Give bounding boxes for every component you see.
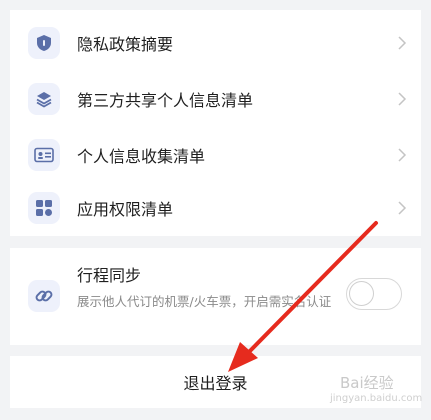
privacy-policy-summary-row[interactable]: 隐私政策摘要 [10,15,421,71]
row-label: 隐私政策摘要 [77,35,174,54]
personal-info-collection-row[interactable]: 个人信息收集清单 [10,127,421,183]
trip-sync-title: 行程同步 [77,266,142,285]
trip-sync-description: 展示他人代订的机票/火车票，开启需实名认证 [77,294,332,309]
watermark-logo: Bai经验 [340,374,394,392]
watermark-url: jingyan.baidu.com [330,393,423,404]
trip-sync-toggle[interactable] [346,278,402,310]
trip-sync-card: 行程同步 展示他人代订的机票/火车票，开启需实名认证 [10,248,421,345]
row-label: 第三方共享个人信息清单 [77,91,254,110]
chevron-right-icon [398,148,407,162]
link-icon [28,280,60,312]
chevron-right-icon [398,201,407,215]
toggle-knob [349,281,374,306]
shield-icon [28,27,60,59]
row-label: 个人信息收集清单 [77,147,206,166]
row-label: 应用权限清单 [77,200,174,219]
id-card-icon [28,139,60,171]
third-party-sharing-row[interactable]: 第三方共享个人信息清单 [10,71,421,127]
chevron-right-icon [398,92,407,106]
chevron-right-icon [398,36,407,50]
grid-apps-icon [28,192,60,224]
privacy-list-card: 隐私政策摘要 第三方共享个人信息清单 个人信息收集清单 应用权限清单 [10,10,421,236]
layers-icon [28,83,60,115]
app-permissions-row[interactable]: 应用权限清单 [10,180,421,236]
